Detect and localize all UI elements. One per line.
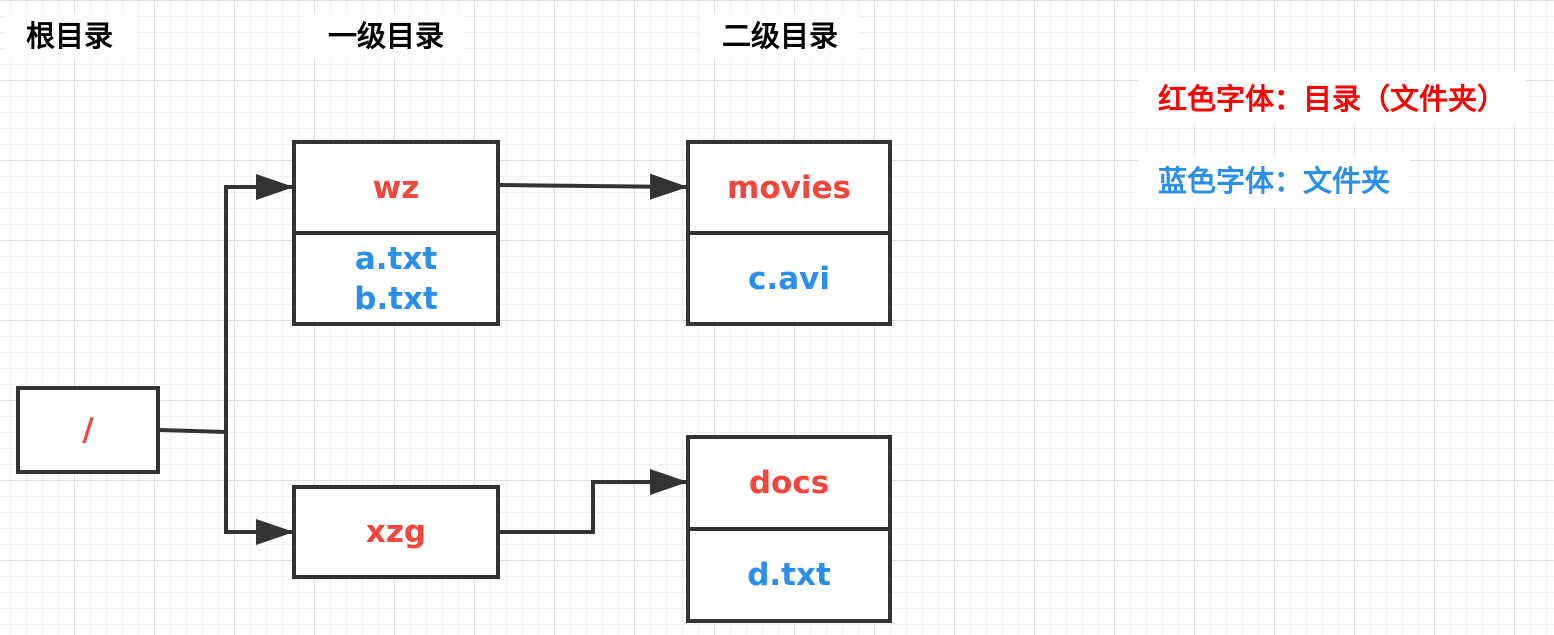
node-wz: wz a.txt b.txt <box>292 140 500 326</box>
header-level1-directory: 一级目录 <box>306 14 467 58</box>
node-root: / <box>16 386 160 474</box>
file-d-txt: d.txt <box>690 527 888 619</box>
arrow-root-to-wz <box>159 174 294 435</box>
legend-red-font: 红色字体：目录（文件夹） <box>1138 73 1527 125</box>
node-movies-name: movies <box>727 169 851 206</box>
node-docs: docs d.txt <box>686 435 892 623</box>
node-xzg: xzg <box>292 485 500 579</box>
legend-blue-font: 蓝色字体：文件夹 <box>1138 155 1411 207</box>
node-movies: movies c.avi <box>686 140 892 326</box>
header-root-directory: 根目录 <box>4 14 136 58</box>
file-a-txt: a.txt <box>354 240 438 277</box>
node-xzg-name: xzg <box>365 514 427 550</box>
node-root-name: / <box>82 412 94 448</box>
file-b-txt: b.txt <box>354 280 438 317</box>
arrow-xzg-to-docs <box>500 469 688 534</box>
arrow-root-to-xzg <box>224 432 294 545</box>
node-wz-files: a.txt b.txt <box>296 231 496 322</box>
node-wz-name: wz <box>372 169 420 206</box>
node-docs-name: docs <box>748 465 830 501</box>
arrow-wz-to-movies <box>499 173 688 200</box>
file-c-avi: c.avi <box>690 231 888 322</box>
header-level2-directory: 二级目录 <box>700 14 861 58</box>
